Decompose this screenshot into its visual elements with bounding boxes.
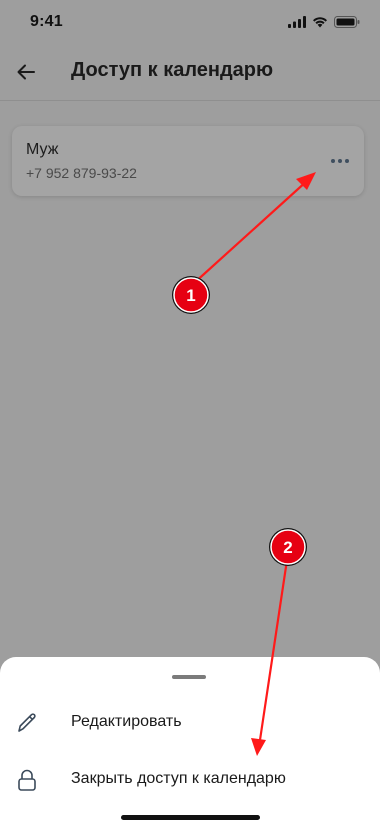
more-dot-icon	[338, 159, 342, 163]
annotation-marker-2: 2	[269, 528, 307, 566]
battery-icon	[334, 16, 360, 28]
status-time: 9:41	[30, 13, 63, 30]
annotation-marker-1: 1	[172, 276, 210, 314]
app-header: Доступ к календарю	[0, 44, 380, 100]
revoke-access-label: Закрыть доступ к календарю	[71, 770, 286, 787]
status-icons	[288, 16, 360, 28]
signal-icon	[288, 16, 306, 28]
wifi-icon	[313, 17, 327, 28]
contact-phone: +7 952 879-93-22	[26, 165, 137, 181]
annotation-marker-2-label: 2	[283, 538, 292, 557]
action-sheet: Редактировать Закрыть доступ к календарю	[0, 657, 380, 827]
pencil-icon	[18, 713, 36, 732]
status-bar: 9:41	[0, 0, 380, 44]
contact-card[interactable]: Муж +7 952 879-93-22	[12, 126, 364, 196]
page-title: Доступ к календарю	[71, 59, 274, 81]
lock-icon	[18, 769, 36, 791]
edit-action-label: Редактировать	[71, 713, 182, 730]
annotation-marker-1-label: 1	[186, 286, 195, 305]
more-dot-icon	[331, 159, 335, 163]
sheet-drag-handle[interactable]	[172, 675, 206, 679]
header-divider	[0, 100, 380, 101]
home-indicator	[121, 815, 260, 820]
more-dot-icon	[345, 159, 349, 163]
back-arrow-icon[interactable]	[14, 60, 38, 84]
edit-action[interactable]: Редактировать	[0, 697, 380, 749]
revoke-access-action[interactable]: Закрыть доступ к календарю	[0, 754, 380, 806]
more-options-button[interactable]	[326, 149, 354, 173]
contact-name: Муж	[26, 141, 59, 158]
